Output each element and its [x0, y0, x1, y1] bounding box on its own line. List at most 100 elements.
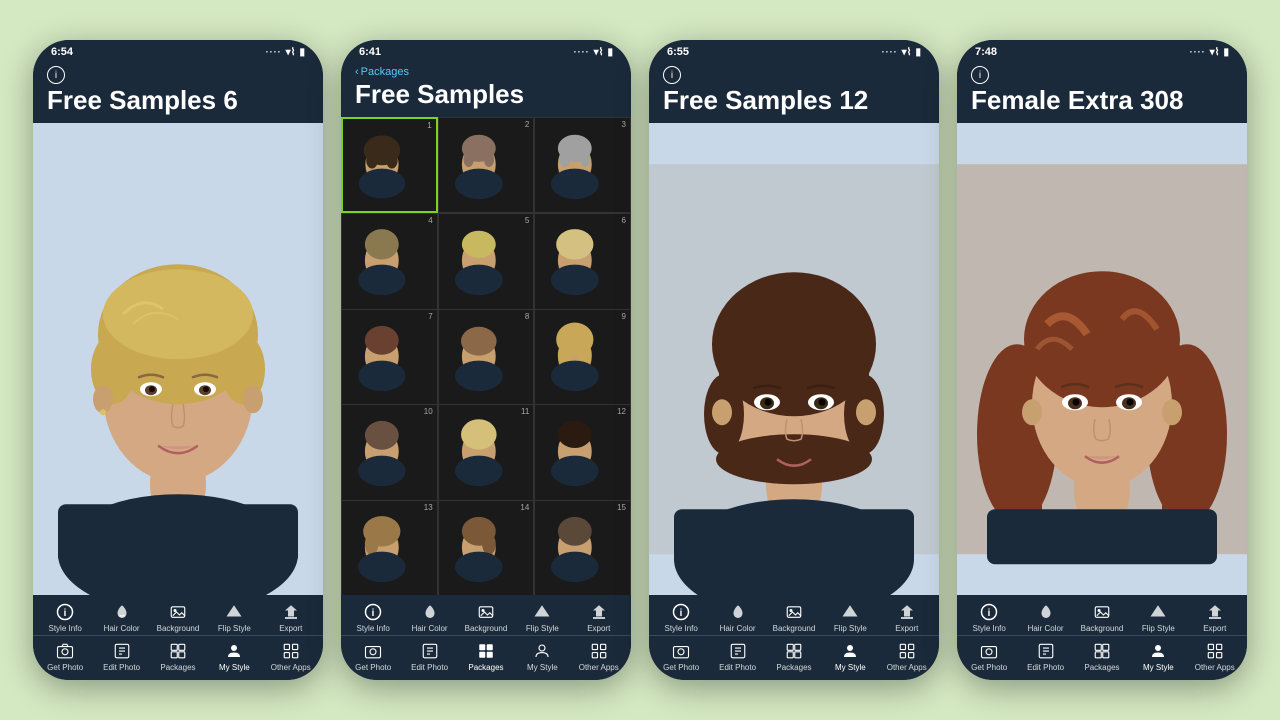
hair-thumb-9[interactable]: 9	[534, 309, 631, 406]
get-photo-btn-2[interactable]: Get Photo	[351, 640, 395, 672]
flip-style-label-1: Flip Style	[218, 624, 251, 633]
style-info-btn-4[interactable]: i Style Info	[967, 601, 1011, 633]
export-btn-4[interactable]: Export	[1193, 601, 1237, 633]
style-info-btn-3[interactable]: i Style Info	[659, 601, 703, 633]
background-label-2: Background	[465, 624, 508, 633]
packages-btn-3[interactable]: Packages	[772, 640, 816, 672]
style-info-label-2: Style Info	[357, 624, 390, 633]
thumb-num-15: 15	[617, 503, 626, 512]
edit-photo-btn-4[interactable]: Edit Photo	[1024, 640, 1068, 672]
hair-thumb-6[interactable]: 6	[534, 213, 631, 310]
battery-2: ▮	[607, 47, 613, 58]
header-1: i Free Samples 6	[33, 60, 323, 123]
export-label-4: Export	[1203, 624, 1226, 633]
flip-style-label-3: Flip Style	[834, 624, 867, 633]
info-icon-4[interactable]: i	[971, 66, 989, 84]
portrait-svg-1	[33, 123, 323, 595]
hair-thumb-3[interactable]: 3	[534, 117, 631, 214]
get-photo-btn-3[interactable]: Get Photo	[659, 640, 703, 672]
hair-color-btn-1[interactable]: Hair Color	[100, 601, 144, 633]
hair-thumb-8[interactable]: 8	[438, 309, 535, 406]
signal-1: ····	[266, 47, 282, 57]
packages-btn-4[interactable]: Packages	[1080, 640, 1124, 672]
thumb-num-11: 11	[521, 407, 529, 416]
edit-photo-icon-2	[419, 640, 441, 662]
info-icon-1[interactable]: i	[47, 66, 65, 84]
get-photo-btn-4[interactable]: Get Photo	[967, 640, 1011, 672]
back-arrow-2[interactable]: ‹ Packages	[355, 66, 409, 78]
hair-thumb-2[interactable]: 2	[438, 117, 535, 214]
hair-thumb-10[interactable]: 10	[341, 404, 438, 501]
hair-color-btn-2[interactable]: Hair Color	[408, 601, 452, 633]
camera-icon-1	[54, 640, 76, 662]
background-btn-3[interactable]: Background	[772, 601, 816, 633]
hair-thumb-4[interactable]: 4	[341, 213, 438, 310]
camera-icon-3	[670, 640, 692, 662]
flip-style-icon-4	[1147, 601, 1169, 623]
edit-photo-btn-2[interactable]: Edit Photo	[408, 640, 452, 672]
hair-color-btn-4[interactable]: Hair Color	[1024, 601, 1068, 633]
flip-style-btn-3[interactable]: Flip Style	[828, 601, 872, 633]
hair-thumb-13[interactable]: 13	[341, 500, 438, 595]
toolbar-2: i Style Info Hair Color Background	[341, 595, 631, 680]
hair-thumb-12[interactable]: 12	[534, 404, 631, 501]
other-apps-icon-1	[280, 640, 302, 662]
hair-color-icon-1	[111, 601, 133, 623]
background-btn-4[interactable]: Background	[1080, 601, 1124, 633]
thumb-num-13: 13	[424, 503, 433, 512]
style-info-btn-2[interactable]: i Style Info	[351, 601, 395, 633]
hair-thumb-1[interactable]: 1	[341, 117, 438, 214]
my-style-btn-1[interactable]: My Style	[212, 640, 256, 672]
other-apps-icon-2	[588, 640, 610, 662]
info-icon-3[interactable]: i	[663, 66, 681, 84]
edit-photo-btn-1[interactable]: Edit Photo	[100, 640, 144, 672]
signal-3: ····	[882, 47, 898, 57]
export-btn-2[interactable]: Export	[577, 601, 621, 633]
hair-thumb-14[interactable]: 14	[438, 500, 535, 595]
thumb-num-8: 8	[525, 312, 529, 321]
other-apps-label-3: Other Apps	[887, 663, 927, 672]
style-info-btn-1[interactable]: i Style Info	[43, 601, 87, 633]
hair-thumb-5[interactable]: 5	[438, 213, 535, 310]
my-style-btn-2[interactable]: My Style	[520, 640, 564, 672]
other-apps-btn-2[interactable]: Other Apps	[577, 640, 621, 672]
background-btn-2[interactable]: Background	[464, 601, 508, 633]
hair-thumb-11[interactable]: 11	[438, 404, 535, 501]
my-style-label-4: My Style	[1143, 663, 1174, 672]
background-btn-1[interactable]: Background	[156, 601, 200, 633]
toolbar-bottom-3: Get Photo Edit Photo Packages My Style	[649, 636, 939, 680]
thumb-num-5: 5	[525, 216, 529, 225]
background-label-1: Background	[157, 624, 200, 633]
get-photo-btn-1[interactable]: Get Photo	[43, 640, 87, 672]
my-style-btn-3[interactable]: My Style	[828, 640, 872, 672]
export-label-3: Export	[895, 624, 918, 633]
toolbar-3: i Style Info Hair Color Background	[649, 595, 939, 680]
packages-icon-1	[167, 640, 189, 662]
other-apps-btn-1[interactable]: Other Apps	[269, 640, 313, 672]
svg-text:i: i	[64, 608, 67, 619]
my-style-label-2: My Style	[527, 663, 558, 672]
hair-thumb-7[interactable]: 7	[341, 309, 438, 406]
packages-btn-2[interactable]: Packages	[464, 640, 508, 672]
flip-style-btn-2[interactable]: Flip Style	[520, 601, 564, 633]
thumb-num-1: 1	[427, 121, 431, 130]
content-3	[649, 123, 939, 595]
other-apps-btn-4[interactable]: Other Apps	[1193, 640, 1237, 672]
export-btn-3[interactable]: Export	[885, 601, 929, 633]
export-btn-1[interactable]: Export	[269, 601, 313, 633]
status-bar-2: 6:41 ···· ▾⌇ ▮	[341, 40, 631, 60]
flip-style-btn-1[interactable]: Flip Style	[212, 601, 256, 633]
hair-color-btn-3[interactable]: Hair Color	[716, 601, 760, 633]
header-3: i Free Samples 12	[649, 60, 939, 123]
flip-style-btn-4[interactable]: Flip Style	[1136, 601, 1180, 633]
packages-icon-2	[475, 640, 497, 662]
my-style-btn-4[interactable]: My Style	[1136, 640, 1180, 672]
my-style-label-1: My Style	[219, 663, 250, 672]
hair-thumb-15[interactable]: 15	[534, 500, 631, 595]
my-style-icon-3	[839, 640, 861, 662]
packages-btn-1[interactable]: Packages	[156, 640, 200, 672]
other-apps-label-1: Other Apps	[271, 663, 311, 672]
edit-photo-btn-3[interactable]: Edit Photo	[716, 640, 760, 672]
thumb-num-7: 7	[428, 312, 432, 321]
other-apps-btn-3[interactable]: Other Apps	[885, 640, 929, 672]
